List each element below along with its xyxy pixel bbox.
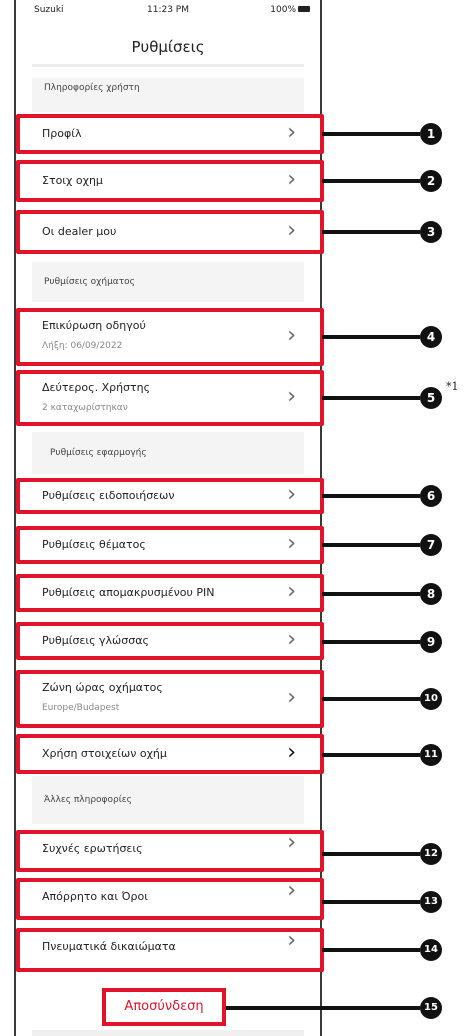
- menu-item-label: Ρυθμίσεις θέματος: [42, 538, 146, 551]
- callout-line: [322, 640, 420, 644]
- callout-badge-5: 5: [420, 387, 442, 409]
- chevron-right-icon: ›: [287, 323, 296, 348]
- callout-line: [322, 697, 420, 701]
- callout-badge-2: 2: [420, 170, 442, 192]
- menu-item-vehicle-data[interactable]: Στοιχ οχημ ›: [16, 160, 324, 202]
- menu-item-faq[interactable]: Συχνές ερωτήσεις ›: [16, 830, 324, 872]
- section-vehicle-settings: Ρυθμίσεις οχήματος: [32, 262, 304, 302]
- menu-item-subtext: 2 καταχωρίστηκαν: [42, 403, 128, 413]
- battery-percent: 100%: [270, 5, 296, 15]
- chevron-right-icon: ›: [287, 384, 296, 409]
- menu-item-label: Στοιχ οχημ: [42, 174, 103, 187]
- menu-item-label: Απόρρητο και Όροι: [42, 890, 148, 903]
- menu-item-remote-pin[interactable]: Ρυθμίσεις απομακρυσμένου PIN ›: [16, 574, 324, 612]
- section-user-info: Πληροφορίες χρήστη: [32, 78, 304, 112]
- chevron-right-icon: ›: [287, 482, 296, 507]
- callout-line: [322, 948, 420, 952]
- callout-line: [322, 230, 420, 234]
- menu-item-label: Δεύτερος. Χρήστης: [42, 381, 151, 394]
- callout-badge-9: 9: [420, 631, 442, 653]
- menu-item-language[interactable]: Ρυθμίσεις γλώσσας ›: [16, 622, 324, 660]
- menu-item-label: Ρυθμίσεις γλώσσας: [42, 634, 149, 647]
- menu-item-label: Ζώνη ώρας οχήματος: [42, 681, 163, 694]
- menu-item-secondary-user[interactable]: Δεύτερος. Χρήστης 2 καταχωρίστηκαν ›: [16, 370, 324, 426]
- callout-line: [322, 494, 420, 498]
- page-title: Ρυθμίσεις: [131, 38, 205, 56]
- callout-badge-15: 15: [420, 997, 442, 1019]
- menu-item-timezone[interactable]: Ζώνη ώρας οχήματος Europe/Budapest ›: [16, 670, 324, 728]
- menu-item-label: Χρήση στοιχείων οχήμ: [42, 747, 167, 760]
- callout-badge-12: 12: [420, 843, 442, 865]
- menu-item-subtext: Europe/Budapest: [42, 703, 120, 713]
- section-other-info: Άλλες πληροφορίες: [32, 776, 304, 824]
- highlight-box: [16, 670, 324, 728]
- menu-item-label: Πνευματικά δικαιώματα: [42, 940, 176, 953]
- callout-line: [322, 396, 420, 400]
- phone-frame: Suzuki 11:23 PM 100% Ρυθμίσεις Πληροφορί…: [14, 0, 324, 1036]
- menu-item-privacy-terms[interactable]: Απόρρητο και Όροι ›: [16, 878, 324, 920]
- highlight-box: [16, 308, 324, 366]
- title-divider: [32, 64, 304, 67]
- chevron-right-icon: ›: [287, 120, 296, 145]
- callout-badge-13: 13: [420, 891, 442, 913]
- chevron-right-icon: ›: [287, 878, 296, 903]
- menu-item-profile[interactable]: Προφίλ ›: [16, 114, 324, 154]
- section-app-settings: Ρυθμίσεις εφαρμογής: [32, 432, 304, 474]
- menu-item-label: Προφίλ: [42, 127, 82, 140]
- menu-item-label: Επικύρωση οδηγού: [42, 319, 146, 332]
- menu-item-vehicle-data-usage[interactable]: Χρήση στοιχείων οχήμ ›: [16, 734, 324, 774]
- status-bar: Suzuki 11:23 PM 100%: [16, 0, 320, 22]
- callout-badge-3: 3: [420, 221, 442, 243]
- chevron-right-icon: ›: [287, 531, 296, 556]
- menu-item-label: Ρυθμίσεις απομακρυσμένου PIN: [42, 586, 215, 599]
- chevron-right-icon: ›: [287, 830, 296, 855]
- callout-line: [322, 335, 420, 339]
- callout-line: [226, 1006, 420, 1010]
- callout-line: [322, 852, 420, 856]
- callout-line: [322, 592, 420, 596]
- callout-badge-4: 4: [420, 326, 442, 348]
- menu-item-theme[interactable]: Ρυθμίσεις θέματος ›: [16, 526, 324, 564]
- highlight-box: [16, 370, 324, 426]
- footnote-marker: *1: [446, 380, 459, 393]
- callout-badge-6: 6: [420, 485, 442, 507]
- callout-badge-7: 7: [420, 534, 442, 556]
- chevron-right-icon: ›: [287, 685, 296, 710]
- chevron-right-icon: ›: [287, 579, 296, 604]
- menu-item-label: Οι dealer μου: [42, 225, 117, 238]
- callout-badge-10: 10: [420, 688, 442, 710]
- logout-button[interactable]: Αποσύνδεση: [102, 988, 226, 1026]
- battery-icon: [298, 6, 310, 12]
- callout-line: [322, 900, 420, 904]
- chevron-right-icon: ›: [287, 627, 296, 652]
- menu-item-label: Συχνές ερωτήσεις: [42, 842, 143, 855]
- chevron-right-icon: ›: [287, 928, 296, 953]
- callout-line: [322, 753, 420, 757]
- menu-item-label: Ρυθμίσεις ειδοποιήσεων: [42, 489, 175, 502]
- bottom-strip: [32, 1030, 304, 1036]
- chevron-right-icon: ›: [287, 167, 296, 192]
- callout-line: [322, 543, 420, 547]
- chevron-right-icon: ›: [287, 218, 296, 243]
- chevron-right-icon: ›: [287, 740, 296, 765]
- callout-line: [322, 132, 420, 136]
- menu-item-subtext: Λήξη: 06/09/2022: [42, 341, 123, 351]
- menu-item-copyright[interactable]: Πνευματικά δικαιώματα ›: [16, 928, 324, 972]
- callout-line: [322, 179, 420, 183]
- menu-item-driver-verification[interactable]: Επικύρωση οδηγού Λήξη: 06/09/2022 ›: [16, 308, 324, 366]
- callout-badge-1: 1: [420, 123, 442, 145]
- callout-badge-11: 11: [420, 744, 442, 766]
- callout-badge-14: 14: [420, 939, 442, 961]
- callout-badge-8: 8: [420, 583, 442, 605]
- menu-item-notifications[interactable]: Ρυθμίσεις ειδοποιήσεων ›: [16, 478, 324, 514]
- menu-item-my-dealers[interactable]: Οι dealer μου ›: [16, 210, 324, 254]
